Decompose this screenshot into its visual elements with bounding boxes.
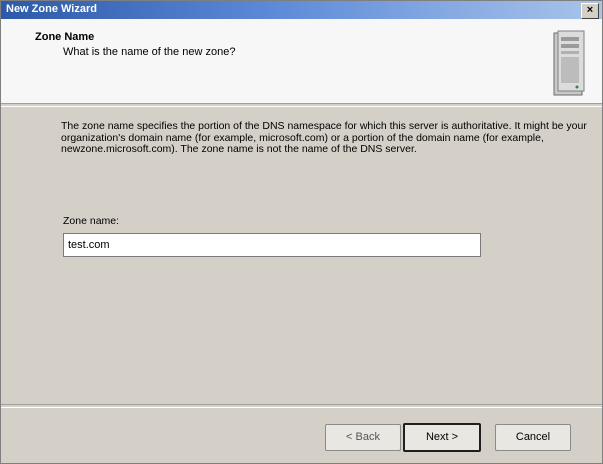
close-button[interactable]: × [581,3,599,19]
zone-name-input[interactable] [63,233,481,257]
header-divider [1,103,602,107]
zone-name-label: Zone name: [63,215,120,227]
cancel-button[interactable]: Cancel [495,424,571,451]
page-subtitle: What is the name of the new zone? [63,46,236,58]
zone-description: The zone name specifies the portion of t… [61,120,587,155]
server-icon [553,30,585,96]
title-bar[interactable]: New Zone Wizard × [1,1,602,19]
footer-divider [1,404,602,408]
wizard-window: New Zone Wizard × Zone Name What is the … [0,0,603,464]
close-icon: × [586,4,594,16]
back-button[interactable]: < Back [325,424,401,451]
window-title: New Zone Wizard [6,3,97,15]
next-button[interactable]: Next > [403,423,481,452]
page-title: Zone Name [35,31,95,43]
